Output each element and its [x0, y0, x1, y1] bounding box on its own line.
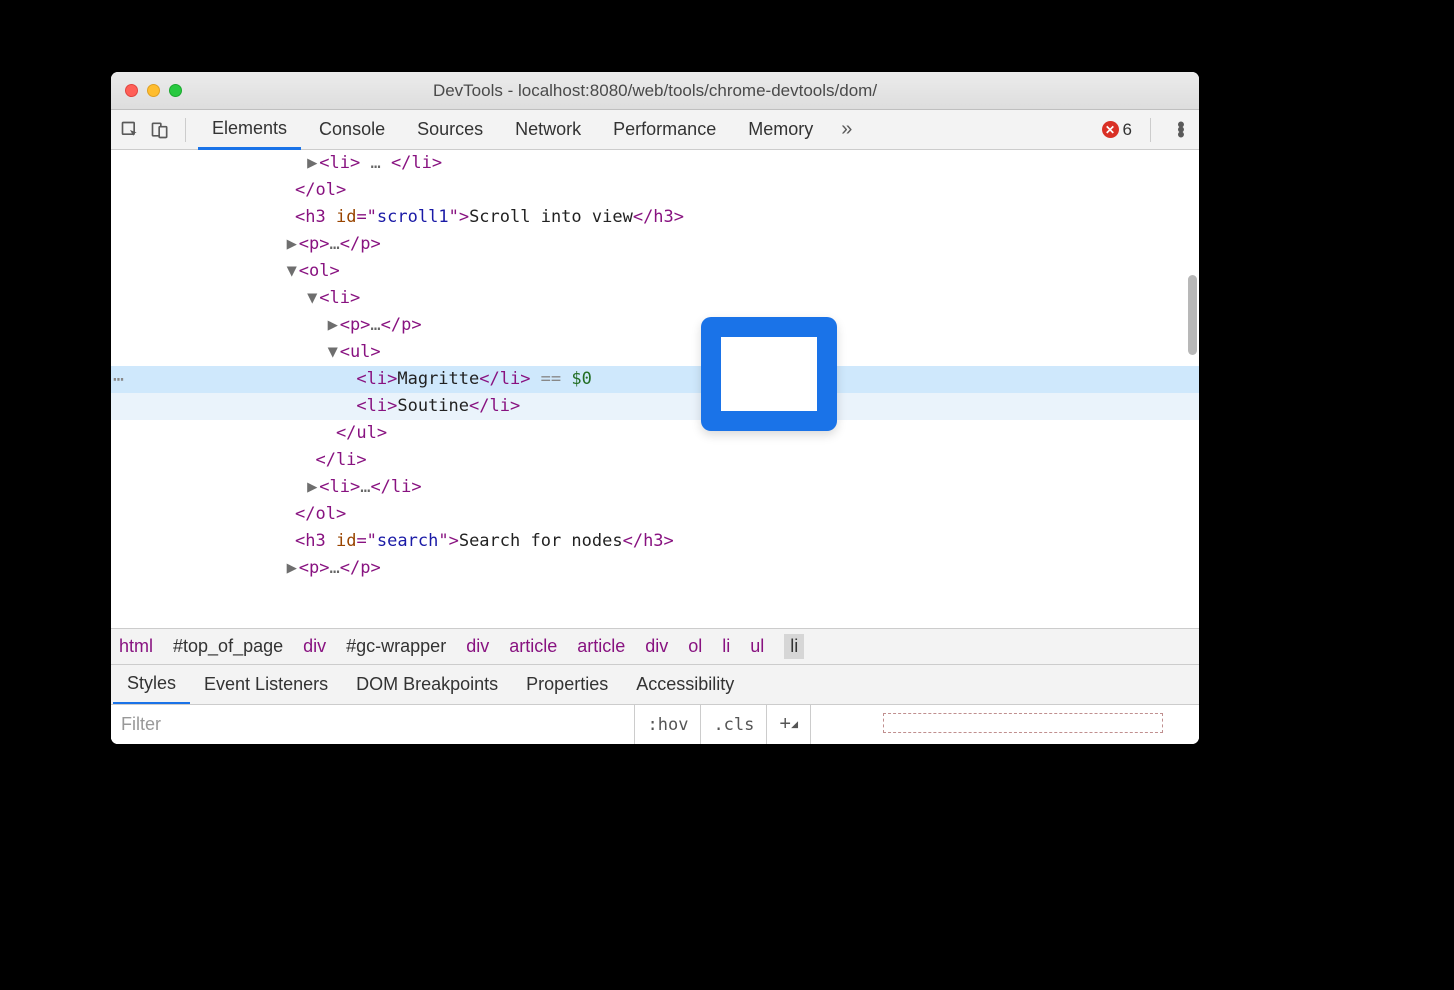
dom-node[interactable]: ▶<li> … </li>	[111, 150, 1199, 177]
tab-event-listeners[interactable]: Event Listeners	[190, 665, 342, 705]
styles-filter-input[interactable]	[111, 705, 635, 744]
device-toolbar-icon[interactable]	[147, 117, 173, 143]
styles-filter-bar: :hov .cls +◢	[111, 704, 1199, 744]
highlight-overlay-icon	[701, 317, 837, 431]
tab-network[interactable]: Network	[501, 110, 595, 150]
crumb-article[interactable]: article	[509, 636, 557, 657]
crumb-gc-wrapper[interactable]: #gc-wrapper	[346, 636, 446, 657]
dom-node[interactable]: ▼<li>	[111, 285, 1199, 312]
crumb-article[interactable]: article	[577, 636, 625, 657]
dom-node[interactable]: ▶<p>…</p>	[111, 555, 1199, 582]
dom-node[interactable]: ▼<ol>	[111, 258, 1199, 285]
crumb-div[interactable]: div	[466, 636, 489, 657]
dom-node[interactable]: <h3 id="search">Search for nodes</h3>	[111, 528, 1199, 555]
tab-dom-breakpoints[interactable]: DOM Breakpoints	[342, 665, 512, 705]
separator	[1150, 118, 1151, 142]
more-tabs-icon[interactable]: »	[831, 118, 862, 141]
window-title: DevTools - localhost:8080/web/tools/chro…	[111, 81, 1199, 101]
close-window-button[interactable]	[125, 84, 138, 97]
tab-memory[interactable]: Memory	[734, 110, 827, 150]
dom-breadcrumbs: html #top_of_page div #gc-wrapper div ar…	[111, 628, 1199, 664]
scrollbar-thumb[interactable]	[1188, 275, 1197, 355]
dom-tree[interactable]: ▶<li> … </li> </ol> <h3 id="scroll1">Scr…	[111, 150, 1199, 628]
dom-node[interactable]: </ol>	[111, 177, 1199, 204]
tab-elements[interactable]: Elements	[198, 110, 301, 150]
toggle-classes-button[interactable]: .cls	[701, 705, 767, 744]
box-model-margin	[883, 713, 1163, 733]
crumb-li[interactable]: li	[722, 636, 730, 657]
inspect-element-icon[interactable]	[117, 117, 143, 143]
tab-properties[interactable]: Properties	[512, 665, 622, 705]
devtools-window: DevTools - localhost:8080/web/tools/chro…	[111, 72, 1199, 744]
dom-node-selected[interactable]: ⋯ <li>Magritte</li> == $0	[111, 366, 1199, 393]
dom-node[interactable]: </li>	[111, 447, 1199, 474]
crumb-top-of-page[interactable]: #top_of_page	[173, 636, 283, 657]
dom-node[interactable]: <li>Soutine</li>	[111, 393, 1199, 420]
error-count-badge[interactable]: ✕ 6	[1102, 120, 1132, 140]
crumb-ul[interactable]: ul	[750, 636, 764, 657]
traffic-lights	[111, 84, 182, 97]
crumb-ol[interactable]: ol	[688, 636, 702, 657]
tab-accessibility[interactable]: Accessibility	[622, 665, 748, 705]
settings-kebab-icon[interactable]: •••	[1169, 122, 1193, 137]
error-icon: ✕	[1102, 121, 1119, 138]
tab-performance[interactable]: Performance	[599, 110, 730, 150]
crumb-div[interactable]: div	[645, 636, 668, 657]
dom-node[interactable]: <h3 id="scroll1">Scroll into view</h3>	[111, 204, 1199, 231]
crumb-li-selected[interactable]: li	[784, 634, 804, 659]
crumb-html[interactable]: html	[119, 636, 153, 657]
toggle-hover-button[interactable]: :hov	[635, 705, 701, 744]
titlebar: DevTools - localhost:8080/web/tools/chro…	[111, 72, 1199, 110]
zoom-window-button[interactable]	[169, 84, 182, 97]
separator	[185, 118, 186, 142]
dom-node[interactable]: </ol>	[111, 501, 1199, 528]
dom-node[interactable]: ▶<p>…</p>	[111, 312, 1199, 339]
dom-node[interactable]: ▼<ul>	[111, 339, 1199, 366]
computed-box-model	[811, 705, 1193, 744]
tab-sources[interactable]: Sources	[403, 110, 497, 150]
dom-node[interactable]: </ul>	[111, 420, 1199, 447]
tab-console[interactable]: Console	[305, 110, 399, 150]
minimize-window-button[interactable]	[147, 84, 160, 97]
crumb-div[interactable]: div	[303, 636, 326, 657]
dom-node[interactable]: ▶<li>…</li>	[111, 474, 1199, 501]
sidebar-tabs: Styles Event Listeners DOM Breakpoints P…	[111, 664, 1199, 704]
error-count: 6	[1123, 120, 1132, 140]
tab-styles[interactable]: Styles	[113, 665, 190, 705]
dom-node[interactable]: ▶<p>…</p>	[111, 231, 1199, 258]
main-toolbar: Elements Console Sources Network Perform…	[111, 110, 1199, 150]
new-style-rule-button[interactable]: +◢	[767, 705, 811, 744]
